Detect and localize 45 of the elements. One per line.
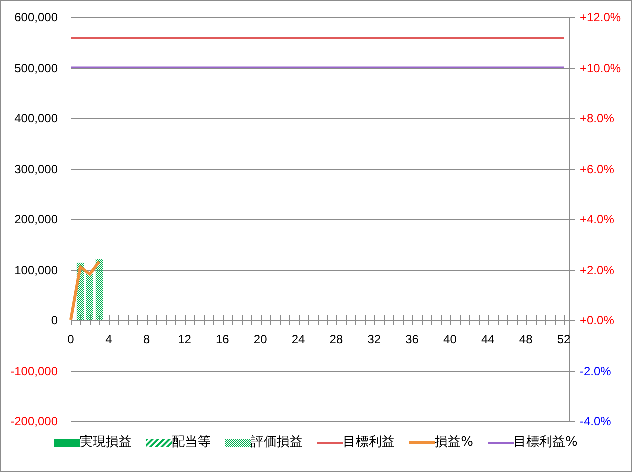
axis-label: 300,000: [14, 162, 58, 176]
axis-label: 16: [216, 332, 230, 346]
legend-label: 損益%: [435, 436, 474, 449]
axis-label: +8.0%: [580, 112, 614, 126]
bar: [96, 259, 103, 320]
axis-label: 44: [481, 332, 495, 346]
axis-label: 52: [557, 332, 571, 346]
axis-label: 8: [144, 332, 150, 346]
axis-label: 40: [444, 332, 457, 346]
legend-label: 実現損益: [80, 436, 132, 449]
axis-label: 500,000: [14, 62, 58, 76]
axis-label: 12: [178, 332, 192, 346]
axis-label: 24: [292, 332, 306, 346]
legend-swatch: [146, 438, 172, 446]
legend-label: 目標利益: [343, 436, 396, 449]
axis-label: -4.0%: [580, 414, 612, 428]
legend-swatch: [409, 438, 436, 446]
axis-label: 100,000: [14, 264, 58, 278]
legend-swatch: [54, 438, 80, 446]
legend-label: 配当等: [172, 436, 212, 449]
axis-label: 20: [254, 332, 268, 346]
axis-label: +4.0%: [580, 212, 614, 226]
axis-label: 36: [406, 332, 419, 346]
axis-label: 400,000: [14, 112, 58, 126]
axis-label: 0: [68, 332, 74, 346]
axis-label: 4: [106, 332, 112, 346]
axis-label: 0: [51, 314, 58, 328]
line-series: [70, 261, 101, 320]
axis-label: +2.0%: [580, 264, 614, 278]
bar: [86, 272, 94, 320]
axis-label: 48: [519, 332, 533, 346]
axis-label: 28: [330, 332, 344, 346]
legend-swatch: [225, 438, 252, 446]
axis-label: +6.0%: [580, 162, 614, 176]
legend-label: 評価損益: [251, 436, 304, 449]
axis-label: 600,000: [14, 10, 58, 24]
axis-label: +0.0%: [580, 314, 614, 328]
axis-label: 32: [368, 332, 382, 346]
axis-label: -100,000: [10, 364, 58, 378]
axis-label: 200,000: [14, 212, 58, 226]
axis-label: -200,000: [10, 414, 58, 428]
legend-label: 目標利益%: [514, 436, 578, 449]
axis-label: -2.0%: [580, 364, 612, 378]
axis-label: +10.0%: [580, 62, 622, 76]
axis-label: +12.0%: [580, 10, 622, 24]
